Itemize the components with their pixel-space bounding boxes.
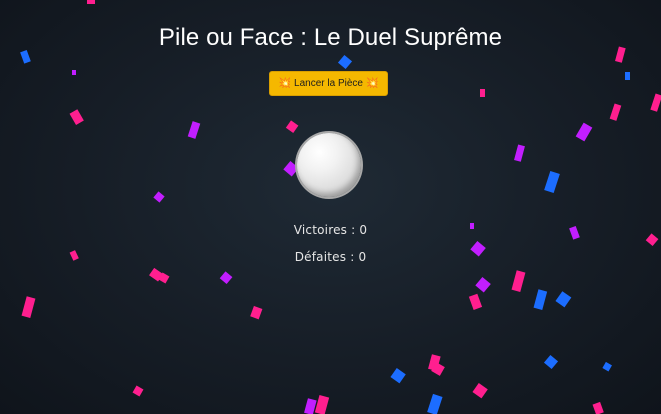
confetti-piece (304, 398, 317, 414)
confetti-piece (158, 272, 170, 284)
page-title: Pile ou Face : Le Duel Suprême (158, 24, 503, 51)
confetti-piece (149, 267, 164, 282)
confetti-piece (428, 354, 441, 372)
confetti-piece (187, 121, 201, 139)
confetti-piece (87, 0, 95, 4)
wins-counter: Victoires : 0 (293, 223, 368, 237)
confetti-piece (219, 271, 233, 285)
confetti-piece (472, 383, 488, 399)
confetti-piece (609, 103, 622, 121)
confetti-piece (475, 276, 491, 293)
confetti-piece (592, 401, 604, 414)
explosion-icon: 💥 (365, 77, 379, 89)
confetti-piece (250, 305, 263, 320)
confetti-piece (514, 144, 525, 162)
flip-coin-button[interactable]: 💥 Lancer la Pièce 💥 (269, 71, 388, 96)
confetti-piece (625, 72, 630, 80)
confetti-piece (132, 385, 144, 397)
confetti-piece (153, 191, 165, 203)
confetti-piece (314, 395, 330, 414)
confetti-piece (543, 354, 559, 370)
losses-counter: Défaites : 0 (294, 250, 367, 264)
confetti-piece (544, 170, 560, 194)
confetti-piece (427, 393, 443, 414)
confetti-piece (555, 291, 572, 308)
confetti-piece (390, 368, 406, 384)
confetti-piece (480, 89, 485, 97)
confetti-piece (533, 289, 548, 310)
confetti-piece (337, 54, 353, 70)
confetti-piece (602, 361, 612, 372)
coin[interactable] (297, 133, 361, 197)
confetti-piece (575, 122, 593, 142)
confetti-piece (20, 49, 31, 64)
confetti-piece (285, 120, 299, 133)
confetti-piece (431, 362, 445, 376)
confetti-layer (20, 0, 661, 414)
confetti-piece (650, 93, 661, 112)
confetti-piece (69, 109, 84, 126)
confetti-piece (72, 70, 76, 75)
confetti-piece (468, 293, 483, 310)
flip-coin-button-label: Lancer la Pièce (294, 78, 363, 89)
confetti-piece (21, 296, 36, 318)
explosion-icon: 💥 (278, 77, 292, 89)
confetti-piece (511, 270, 526, 292)
